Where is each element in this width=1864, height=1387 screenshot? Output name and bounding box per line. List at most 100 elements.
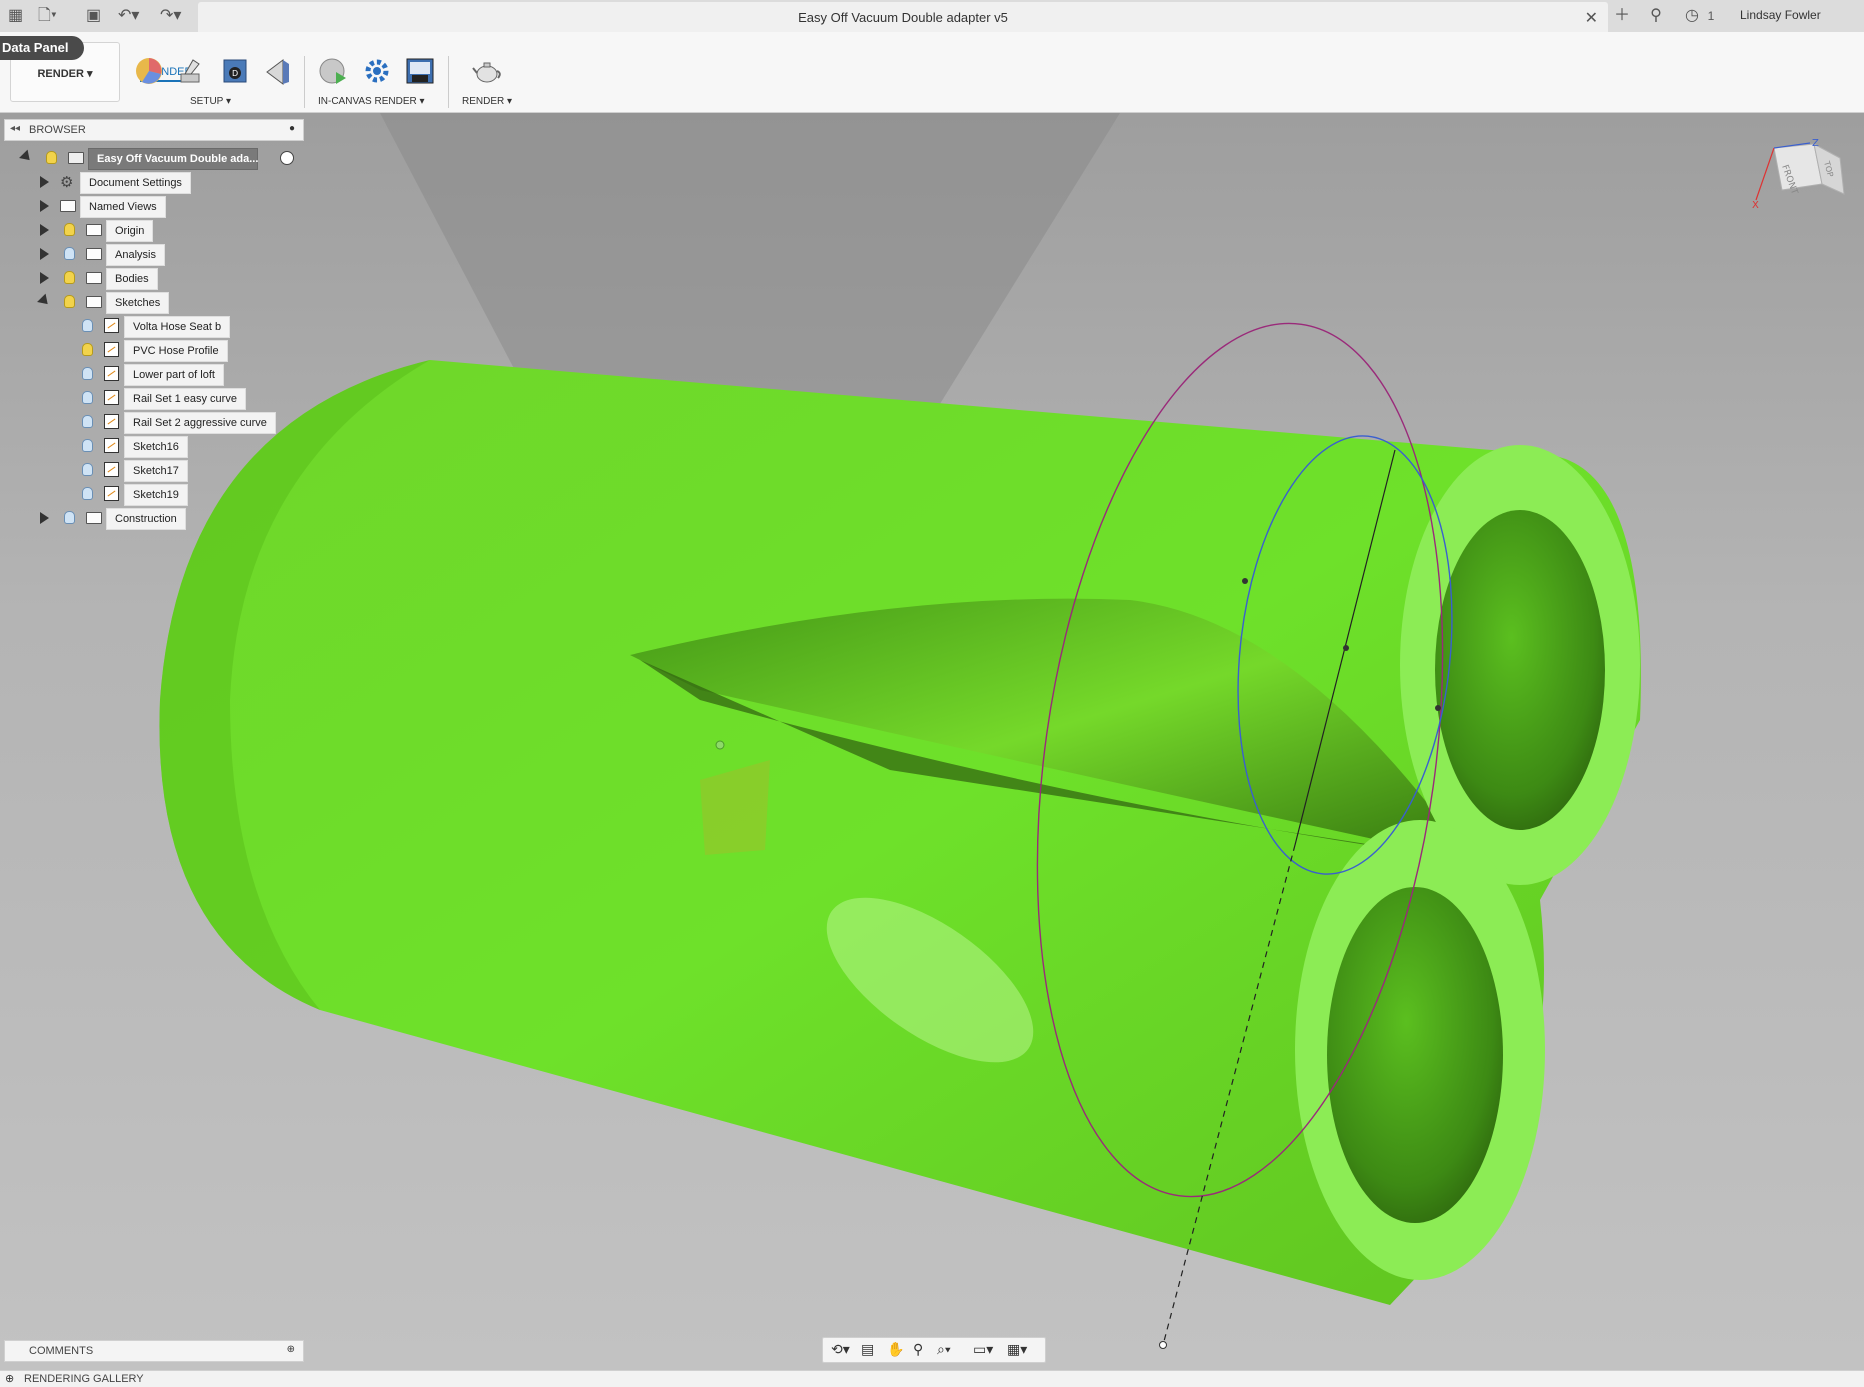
svg-text:D: D <box>232 69 238 78</box>
browser-title: BROWSER <box>29 124 86 136</box>
visibility-bulb-icon[interactable] <box>64 511 75 524</box>
activate-radio-icon[interactable] <box>280 151 294 165</box>
sketch-icon <box>104 438 119 453</box>
lower-outlet-bore <box>1327 887 1503 1223</box>
app-grid-icon[interactable]: ▦ <box>8 6 23 26</box>
sketch-item-label: Sketch19 <box>124 484 188 506</box>
expand-icon[interactable] <box>40 272 49 284</box>
scene-settings-icon[interactable] <box>175 56 205 86</box>
display-settings-icon[interactable]: ▭▾ <box>973 1341 993 1358</box>
sketch-item-label: Sketch17 <box>124 460 188 482</box>
sketch-item-label: Sketch16 <box>124 436 188 458</box>
rendering-gallery-label: RENDERING GALLERY <box>24 1373 144 1385</box>
expand-icon[interactable] <box>40 200 49 212</box>
title-bar: ▦ 🗋▾ ▣ ↶▾ ↷▾ Easy Off Vacuum Double adap… <box>0 0 1864 33</box>
redo-icon[interactable]: ↷▾ <box>160 6 181 26</box>
in-canvas-render-icon[interactable] <box>318 56 348 86</box>
extensions-icon[interactable]: ⚲ <box>1644 6 1668 26</box>
new-tab-icon[interactable]: ＋ <box>1610 6 1634 26</box>
render-group-label: RENDER <box>462 96 505 107</box>
browser-panel: ◂◂ BROWSER ● Easy Off Vacuum Double ada.… <box>0 117 306 537</box>
visibility-bulb-icon[interactable] <box>64 247 75 260</box>
sketch-icon <box>104 366 119 381</box>
visibility-bulb-icon[interactable] <box>64 223 75 236</box>
expand-icon[interactable] <box>40 512 49 524</box>
z-axis-label: Z <box>1812 138 1819 149</box>
navigation-bar: ⟲▾ ▤ ✋ ⚲ ⌕▾ ▭▾ ▦▾ <box>822 1337 1046 1363</box>
tree-item-label: Construction <box>106 508 186 530</box>
job-status-icon[interactable]: ◷ <box>1680 6 1704 26</box>
expand-icon[interactable] <box>19 149 34 165</box>
sketch-point <box>1242 578 1248 584</box>
workspace-label: RENDER <box>37 68 84 80</box>
data-panel-button[interactable]: Data Panel <box>0 36 84 60</box>
orbit-icon[interactable]: ⟲▾ <box>831 1341 850 1358</box>
file-icon[interactable]: 🗋▾ <box>38 6 57 26</box>
folder-icon <box>86 512 102 524</box>
browser-options-icon[interactable]: ● <box>289 123 295 134</box>
visibility-bulb-icon[interactable] <box>82 391 93 404</box>
sketch-point <box>1159 1341 1167 1349</box>
viewcube[interactable]: FRONT TOP X Z <box>1752 138 1852 218</box>
add-circle-icon[interactable]: ⊕ <box>5 1372 14 1385</box>
sketch-point <box>1435 705 1441 711</box>
render-settings-icon[interactable] <box>362 56 392 86</box>
expand-icon[interactable] <box>40 176 49 188</box>
collapse-icon[interactable] <box>37 293 52 309</box>
sketch-item-label: Volta Hose Seat b <box>124 316 231 338</box>
collapse-panel-icon[interactable]: ◂◂ <box>10 123 20 134</box>
visibility-bulb-icon[interactable] <box>82 319 93 332</box>
visibility-bulb-icon[interactable] <box>82 343 93 356</box>
capture-image-icon[interactable] <box>405 56 435 86</box>
fit-icon[interactable]: ⌕▾ <box>937 1341 951 1358</box>
job-count: 1 <box>1707 9 1715 23</box>
tree-item-label: Sketches <box>106 292 170 314</box>
folder-icon <box>60 200 76 212</box>
visibility-bulb-icon[interactable] <box>64 295 75 308</box>
visibility-bulb-icon[interactable] <box>82 487 93 500</box>
in-canvas-render-group-label: IN-CANVAS RENDER <box>318 96 417 107</box>
visibility-bulb-icon[interactable] <box>82 463 93 476</box>
look-at-icon[interactable]: ▤ <box>861 1341 874 1358</box>
sketch-icon <box>104 342 119 357</box>
visibility-bulb-icon[interactable] <box>64 271 75 284</box>
zoom-icon[interactable]: ⚲ <box>913 1341 923 1358</box>
root-component-label: Easy Off Vacuum Double ada... <box>88 148 258 170</box>
visibility-bulb-icon[interactable] <box>82 367 93 380</box>
visibility-bulb-icon[interactable] <box>82 439 93 452</box>
document-tab[interactable]: Easy Off Vacuum Double adapter v5 ✕ <box>198 2 1608 32</box>
sketch-item-label: Lower part of loft <box>124 364 224 386</box>
browser-header[interactable]: ◂◂ BROWSER ● <box>4 119 304 141</box>
gear-icon: ⚙ <box>60 174 74 191</box>
sketch-item-label: Rail Set 1 easy curve <box>124 388 246 410</box>
texture-map-icon[interactable]: D <box>220 56 250 86</box>
tree-item-label: Bodies <box>106 268 158 290</box>
sketch-icon <box>104 486 119 501</box>
sketch-icon <box>104 462 119 477</box>
tree-item-label: Document Settings <box>80 172 191 194</box>
visibility-bulb-icon[interactable] <box>46 151 57 164</box>
render-teapot-icon[interactable] <box>472 56 502 86</box>
folder-icon <box>86 248 102 260</box>
visibility-bulb-icon[interactable] <box>82 415 93 428</box>
sketch-item-label: PVC Hose Profile <box>124 340 228 362</box>
undo-icon[interactable]: ↶▾ <box>118 6 139 26</box>
expand-icon[interactable] <box>40 248 49 260</box>
user-menu[interactable]: Lindsay Fowler <box>1740 8 1821 22</box>
comments-label: COMMENTS <box>29 1345 94 1357</box>
ribbon-divider <box>448 56 449 108</box>
x-axis-label: X <box>1752 200 1759 211</box>
appearance-icon[interactable] <box>134 56 164 86</box>
component-icon <box>68 152 84 164</box>
close-tab-icon[interactable]: ✕ <box>1585 8 1598 28</box>
tree-item-label: Analysis <box>106 244 165 266</box>
comments-panel[interactable]: COMMENTS ⊕ <box>4 1340 304 1362</box>
decal-icon[interactable] <box>263 56 293 86</box>
add-comment-icon[interactable]: ⊕ <box>287 1344 295 1355</box>
save-icon[interactable]: ▣ <box>86 6 101 26</box>
expand-icon[interactable] <box>40 224 49 236</box>
status-bar[interactable]: ⊕ RENDERING GALLERY <box>0 1370 1864 1387</box>
pan-icon[interactable]: ✋ <box>887 1341 904 1358</box>
grid-settings-icon[interactable]: ▦▾ <box>1007 1341 1027 1358</box>
tree-item-label: Origin <box>106 220 154 242</box>
